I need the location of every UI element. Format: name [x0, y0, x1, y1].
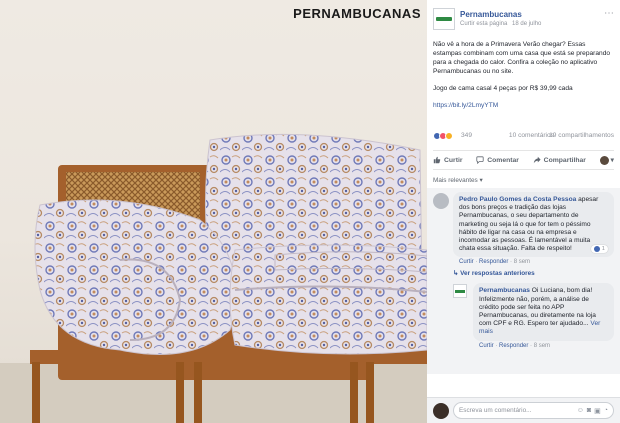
- comment-composer: Escreva um comentário... ☺ ◙ ▣ ◔: [427, 397, 620, 423]
- reply-author[interactable]: Pernambucanas: [479, 287, 530, 294]
- view-previous-replies-label: Ver respostas anteriores: [460, 270, 535, 278]
- like-button[interactable]: Curtir: [433, 156, 463, 164]
- post-paragraph-1: Não vê a hora de a Primavera Verão chega…: [433, 41, 611, 75]
- comment-text: apesar dos bons preços e tradição das lo…: [459, 196, 599, 253]
- composer-icons: ☺ ◙ ▣ ◔: [577, 407, 608, 415]
- post-header: Pernambucanas Curtir esta página 18 de j…: [427, 0, 620, 36]
- comment-bubble: Pedro Paulo Gomes da Costa Pessoa apesar…: [453, 192, 614, 258]
- sticker-icon[interactable]: ◔: [604, 407, 608, 415]
- reply-like-link[interactable]: Curtir: [479, 343, 494, 349]
- post-photo[interactable]: PERNAMBUCANAS: [0, 0, 427, 423]
- comment-icon: [476, 156, 484, 164]
- post-sidebar: Pernambucanas Curtir esta página 18 de j…: [427, 0, 620, 423]
- like-reaction-icon: [593, 246, 600, 253]
- reaction-icons[interactable]: [433, 132, 453, 140]
- reply-reply-link[interactable]: Responder: [499, 343, 528, 349]
- comment-filter[interactable]: Mais relevantes ▾: [427, 170, 620, 188]
- page-reply-avatar[interactable]: [453, 284, 467, 299]
- reactions-bar: 349 10 comentários 19 compartilhamentos: [427, 130, 620, 144]
- user-avatar: [433, 402, 449, 419]
- post-body: Não vê a hora de a Primavera Verão chega…: [427, 36, 620, 110]
- caret-down-icon: ▾: [479, 177, 483, 184]
- react-as-selector[interactable]: ▾: [599, 155, 614, 165]
- action-bar: Curtir Comentar Compartilhar ▾: [433, 150, 614, 170]
- comment-reply-link[interactable]: Responder: [479, 259, 508, 265]
- post-date[interactable]: 18 de julho: [512, 21, 541, 27]
- post-paragraph-2: Jogo de cama casal 4 peças por R$ 39,99 …: [433, 85, 573, 92]
- page-name[interactable]: Pernambucanas: [460, 10, 522, 19]
- reply-meta: Curtir · Responder · 8 sem: [479, 342, 551, 349]
- comment-author[interactable]: Pedro Paulo Gomes da Costa Pessoa: [459, 196, 576, 203]
- comment-button[interactable]: Comentar: [476, 156, 519, 164]
- post-subtitle: Curtir esta página 18 de julho: [460, 21, 541, 27]
- comment-label: Comentar: [487, 156, 519, 164]
- reply-item: Pernambucanas Oi Luciana, bom dia! Infel…: [453, 283, 614, 349]
- share-label: Compartilhar: [543, 156, 586, 164]
- thumbs-up-icon: [433, 156, 441, 164]
- wow-reaction-icon: [445, 132, 453, 140]
- post-viewer: PERNAMBUCANAS Pernambucanas Curtir esta …: [0, 0, 620, 423]
- comment-meta: Curtir · Responder · 8 sem: [459, 259, 531, 266]
- comment-placeholder: Escreva um comentário...: [459, 407, 532, 414]
- reply-bubble: Pernambucanas Oi Luciana, bom dia! Infel…: [473, 283, 614, 341]
- post-link[interactable]: https://bit.ly/2LmyYTM: [433, 101, 614, 110]
- comment-item: Pedro Paulo Gomes da Costa Pessoa apesar…: [433, 192, 614, 265]
- view-previous-replies[interactable]: ↳ Ver respostas anteriores: [433, 269, 614, 277]
- brand-watermark: PERNAMBUCANAS: [293, 6, 421, 21]
- reaction-count[interactable]: 349: [461, 132, 472, 139]
- comment-likes-value: 1: [601, 246, 605, 253]
- commenter-avatar[interactable]: [433, 193, 449, 209]
- share-button[interactable]: Compartilhar: [533, 156, 586, 164]
- comment-count[interactable]: 10 comentários: [509, 132, 554, 139]
- comments-section: Pedro Paulo Gomes da Costa Pessoa apesar…: [427, 188, 620, 374]
- comment-age[interactable]: 8 sem: [514, 259, 530, 265]
- like-page-link[interactable]: Curtir esta página: [460, 21, 507, 27]
- page-avatar[interactable]: [433, 8, 455, 30]
- share-icon: [533, 156, 541, 164]
- comment-like-link[interactable]: Curtir: [459, 259, 474, 265]
- share-count[interactable]: 19 compartilhamentos: [549, 132, 614, 139]
- gif-icon[interactable]: ▣: [594, 407, 601, 415]
- emoji-icon[interactable]: ☺: [577, 407, 584, 415]
- comment-like-count[interactable]: 1: [590, 245, 608, 254]
- ellipsis-icon[interactable]: ⋯: [604, 8, 614, 19]
- like-label: Curtir: [444, 156, 463, 164]
- bedding-illustration: [0, 133, 427, 423]
- user-avatar: [599, 155, 609, 165]
- reply-age[interactable]: 8 sem: [534, 343, 550, 349]
- camera-icon[interactable]: ◙: [587, 407, 591, 415]
- comment-input[interactable]: Escreva um comentário... ☺ ◙ ▣ ◔: [453, 402, 614, 419]
- filter-label: Mais relevantes: [433, 177, 478, 184]
- caret-down-icon: ▾: [610, 157, 614, 164]
